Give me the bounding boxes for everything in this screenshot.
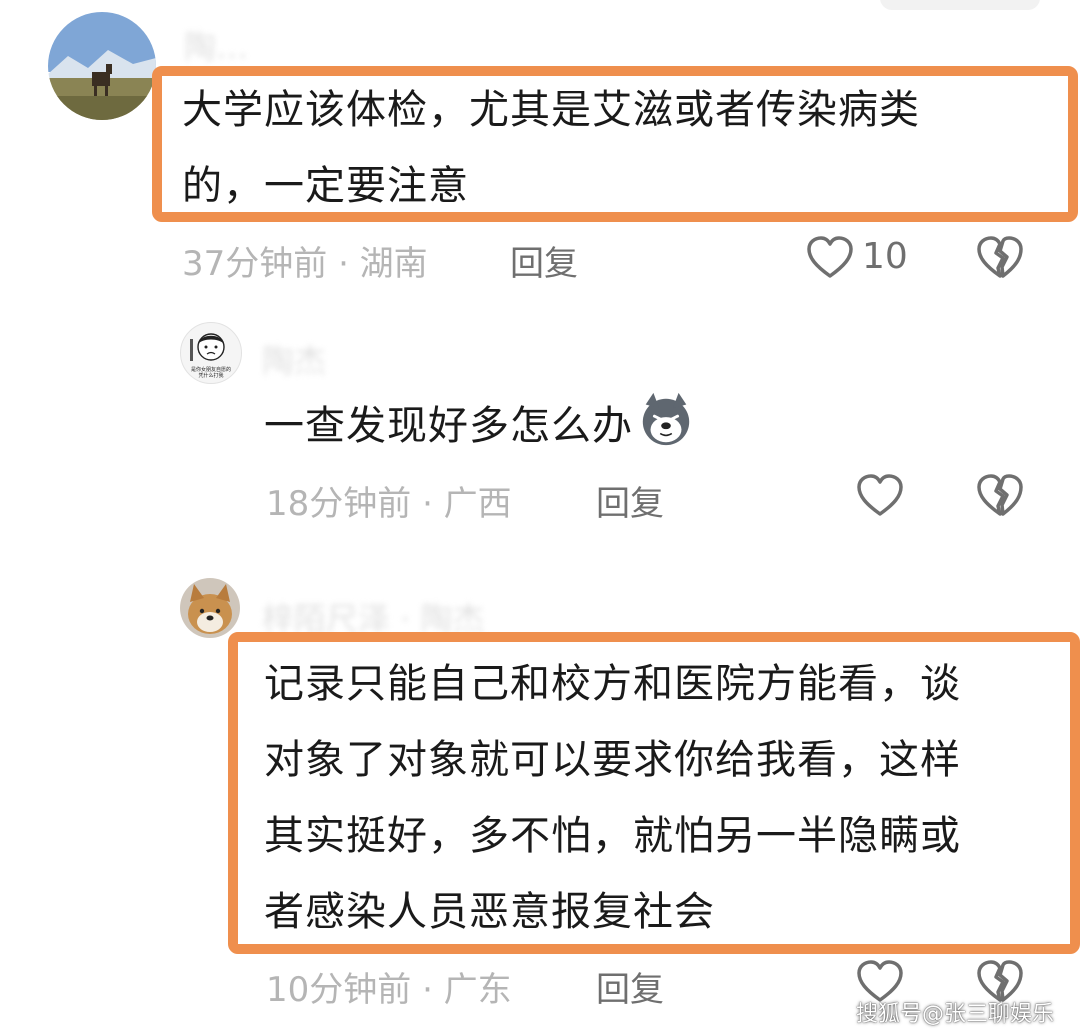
- time-location: 18分钟前 · 广西: [266, 484, 512, 524]
- comment-text: 记录只能自己和校方和医院方能看，谈 对象了对象就可以要求你给我看，这样 其实挺好…: [264, 646, 961, 950]
- comment-line: 的，一定要注意: [182, 163, 469, 209]
- time-location: 10分钟前 · 广东: [266, 970, 512, 1010]
- reply-button[interactable]: 回复: [596, 962, 664, 1011]
- top-scroll-remnant: [880, 0, 1040, 10]
- comment-line: 对象了对象就可以要求你给我看，这样: [264, 737, 961, 783]
- reply-button[interactable]: 回复: [510, 236, 578, 285]
- deer-landscape-avatar-icon: [48, 12, 156, 120]
- like-count: 10: [862, 236, 908, 277]
- avatar[interactable]: [180, 578, 240, 638]
- heart-outline-icon[interactable]: [856, 474, 904, 518]
- broken-heart-icon[interactable]: [976, 236, 1024, 280]
- comment-line: 大学应该体检，尤其是艾滋或者传染病类: [182, 87, 920, 133]
- husky-dog-emoji-icon: [642, 392, 690, 446]
- time-location: 37分钟前 · 湖南: [182, 244, 428, 284]
- comment-text: 一查发现好多怎么办: [264, 388, 695, 464]
- comment-line: 记录只能自己和校方和医院方能看，谈: [264, 661, 961, 707]
- avatar[interactable]: 是你女朋友自愿的 凭什么打我: [180, 322, 242, 384]
- username[interactable]: 陶…: [184, 22, 248, 68]
- comment-line: 其实挺好，多不怕，就怕另一半隐瞒或: [264, 813, 961, 859]
- username[interactable]: 陶杰: [262, 336, 326, 382]
- avatar-caption: 是你女朋友自愿的 凭什么打我: [190, 367, 231, 379]
- comment-text: 大学应该体检，尤其是艾滋或者传染病类 的，一定要注意: [182, 72, 920, 224]
- comment-line: 一查发现好多怎么办: [264, 403, 633, 449]
- reply-button[interactable]: 回复: [596, 476, 664, 525]
- avatar[interactable]: [48, 12, 156, 120]
- watermark: 搜狐号@张三聊娱乐: [855, 1002, 1054, 1027]
- broken-heart-icon[interactable]: [976, 474, 1024, 518]
- heart-outline-icon[interactable]: [806, 236, 854, 280]
- comment-thread: 陶… 大学应该体检，尤其是艾滋或者传染病类 的，一定要注意 37分钟前 · 湖南…: [0, 0, 1080, 1034]
- shiba-dog-avatar-icon: [180, 578, 240, 638]
- comment-line: 者感染人员恶意报复社会: [264, 889, 715, 935]
